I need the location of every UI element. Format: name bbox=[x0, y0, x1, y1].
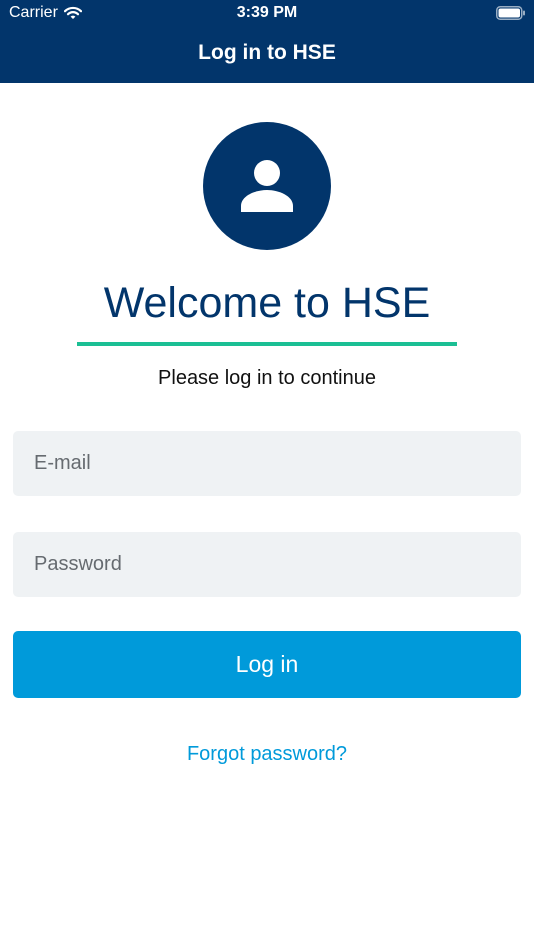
welcome-subtitle: Please log in to continue bbox=[158, 367, 376, 389]
avatar bbox=[203, 122, 331, 250]
header: Carrier 3:39 PM Log in to HSE bbox=[0, 0, 534, 83]
welcome-heading: Welcome to HSE bbox=[103, 279, 431, 327]
status-bar: Carrier 3:39 PM bbox=[0, 0, 534, 28]
email-field[interactable] bbox=[13, 431, 521, 496]
user-icon bbox=[241, 160, 293, 212]
login-button[interactable]: Log in bbox=[13, 631, 521, 698]
battery-icon bbox=[496, 6, 526, 20]
nav-title: Log in to HSE bbox=[198, 41, 336, 64]
accent-divider bbox=[77, 342, 457, 346]
status-time: 3:39 PM bbox=[236, 4, 298, 21]
forgot-password-link[interactable]: Forgot password? bbox=[0, 743, 534, 766]
password-field[interactable] bbox=[13, 532, 521, 597]
